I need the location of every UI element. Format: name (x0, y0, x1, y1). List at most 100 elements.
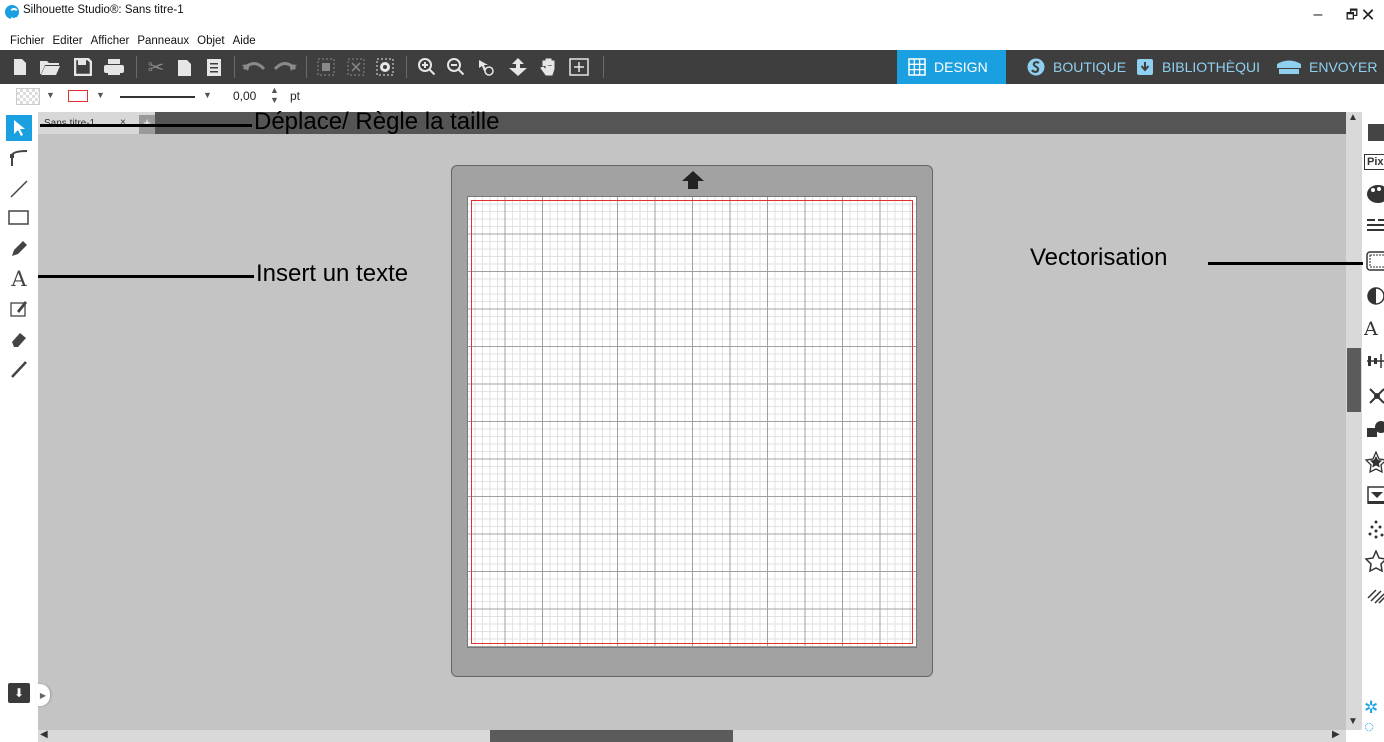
group-icon[interactable] (313, 50, 339, 84)
tab-design[interactable]: DESIGN (897, 50, 1006, 84)
menu-aide[interactable]: Aide (229, 32, 260, 50)
sketch-icon[interactable] (1364, 550, 1384, 572)
tab-boutique[interactable]: BOUTIQUE (1016, 50, 1136, 84)
left-tool-panel: A (0, 112, 38, 742)
fill-dropdown-icon[interactable]: ▼ (46, 90, 55, 100)
tab-envoyer-label: ENVOYER (1309, 59, 1378, 75)
window-title: Silhouette Studio®: Sans titre-1 (23, 4, 184, 16)
fill-color-swatch[interactable] (16, 88, 40, 105)
line-color-dropdown-icon[interactable]: ▼ (96, 90, 105, 100)
scroll-left-icon[interactable]: ◀ (40, 729, 48, 740)
silhouette-logo-icon (5, 5, 19, 20)
line-style-preview[interactable] (120, 96, 195, 98)
menu-editer[interactable]: Editer (49, 32, 87, 50)
copy-icon[interactable] (172, 50, 198, 84)
scroll-down-icon[interactable]: ▼ (1348, 716, 1358, 727)
document-tab-strip (38, 112, 1346, 134)
cutting-mat (451, 165, 933, 677)
text-style-icon[interactable]: A (1364, 318, 1384, 340)
property-bar: ▼ ▼ ▼ 0,00 ▲ ▼ pt (0, 84, 1384, 110)
menu-afficher[interactable]: Afficher (87, 32, 134, 50)
annotation-vectorisation: Vectorisation (1030, 244, 1168, 271)
grid-icon (907, 57, 927, 77)
library-download-icon (1135, 57, 1155, 77)
silhouette-logo-icon (1026, 57, 1046, 77)
new-document-icon[interactable] (7, 50, 33, 84)
annotation-move-resize: Déplace/ Règle la taille (254, 108, 500, 135)
close-button[interactable]: ✕ (1348, 2, 1384, 28)
redo-icon[interactable] (272, 50, 298, 84)
replicate-icon[interactable] (1364, 385, 1384, 407)
menu-objet[interactable]: Objet (193, 32, 229, 50)
menu-panneaux[interactable]: Panneaux (133, 32, 193, 50)
title-bar: Silhouette Studio®: Sans titre-1 – 🗗 ✕ (0, 0, 1384, 32)
save-icon[interactable] (70, 50, 96, 84)
print-icon[interactable] (101, 50, 127, 84)
silhouette-studio-window: Silhouette Studio®: Sans titre-1 – 🗗 ✕ F… (0, 0, 1384, 742)
vertical-scroll-thumb[interactable] (1347, 348, 1361, 412)
ungroup-icon[interactable] (343, 50, 369, 84)
image-effects-icon[interactable] (1364, 484, 1384, 506)
line-width-value[interactable]: 0,00 (233, 89, 256, 103)
menu-bar: Fichier Editer Afficher Panneaux Objet A… (0, 32, 260, 50)
tab-envoyer[interactable]: ENVOYER (1266, 50, 1384, 84)
zoom-out-icon[interactable] (443, 50, 469, 84)
drag-zoom-icon[interactable] (505, 50, 531, 84)
cut-area-border (471, 200, 913, 644)
fit-to-page-icon[interactable] (566, 50, 592, 84)
tab-bibliotheque-label: BIBLIOTHÈQUI (1162, 59, 1261, 75)
annotation-line-move (40, 124, 252, 127)
sync-icon[interactable]: ◌ (1364, 716, 1384, 738)
select-arrow-icon[interactable] (6, 115, 32, 141)
align-icon[interactable] (1364, 350, 1384, 372)
annotation-line-text (38, 275, 254, 278)
pixscan-label: Pix (1364, 154, 1384, 170)
main-toolbar: ✂ DESIGN BOUTIQUE BIBLIOTHÈQUI ENVOYER (0, 50, 1384, 84)
paste-icon[interactable] (201, 50, 227, 84)
tab-design-label: DESIGN (934, 59, 988, 75)
hatch-icon[interactable] (1364, 584, 1384, 606)
scroll-up-icon[interactable]: ▲ (1348, 112, 1358, 123)
text-edit-icon[interactable] (6, 295, 32, 321)
annotation-line-vectorisation (1208, 262, 1363, 265)
line-style-icon[interactable] (1364, 213, 1384, 235)
fill-icon[interactable] (1364, 183, 1384, 205)
mat-grid[interactable] (467, 196, 917, 648)
annotation-insert-text: Insert un texte (256, 260, 409, 287)
text-style-label: A (1364, 318, 1378, 340)
vertical-scrollbar[interactable] (1346, 112, 1362, 730)
open-folder-icon[interactable] (37, 50, 63, 84)
horizontal-scroll-thumb[interactable] (490, 730, 733, 742)
point-edit-icon[interactable] (6, 145, 32, 171)
line-icon[interactable] (6, 176, 32, 202)
undo-icon[interactable] (241, 50, 267, 84)
contrast-icon[interactable] (1364, 285, 1384, 307)
tab-bibliotheque[interactable]: BIBLIOTHÈQUI (1125, 50, 1270, 84)
document-tab[interactable]: Sans titre-1 × + (38, 112, 155, 134)
pixscan-icon[interactable]: Pix (1364, 151, 1384, 173)
text-icon[interactable]: A (6, 266, 32, 292)
modify-icon[interactable] (1364, 418, 1384, 440)
pencil-icon[interactable] (6, 236, 32, 262)
line-width-stepper[interactable]: ▲ ▼ (270, 85, 279, 105)
tab-boutique-label: BOUTIQUE (1053, 59, 1127, 75)
page-setup-icon[interactable] (1364, 121, 1384, 143)
eraser-icon[interactable] (6, 326, 32, 352)
library-save-icon[interactable]: ⬇ (8, 683, 30, 703)
zoom-select-icon[interactable] (472, 50, 498, 84)
knife-icon[interactable] (6, 356, 32, 382)
line-color-swatch[interactable] (68, 90, 88, 102)
cutter-machine-icon (1276, 57, 1302, 77)
trace-icon[interactable] (1364, 250, 1384, 272)
rectangle-icon[interactable] (6, 205, 32, 231)
scroll-right-icon[interactable]: ▶ (1332, 729, 1340, 740)
menu-fichier[interactable]: Fichier (6, 32, 49, 50)
compound-path-icon[interactable] (372, 50, 398, 84)
dots-icon[interactable] (1364, 518, 1384, 540)
feed-direction-arrow-icon (682, 171, 704, 189)
cut-icon[interactable]: ✂ (143, 50, 169, 84)
star-offset-icon[interactable] (1364, 451, 1384, 473)
line-style-dropdown-icon[interactable]: ▼ (203, 90, 212, 100)
zoom-in-icon[interactable] (414, 50, 440, 84)
pan-hand-icon[interactable] (536, 50, 562, 84)
